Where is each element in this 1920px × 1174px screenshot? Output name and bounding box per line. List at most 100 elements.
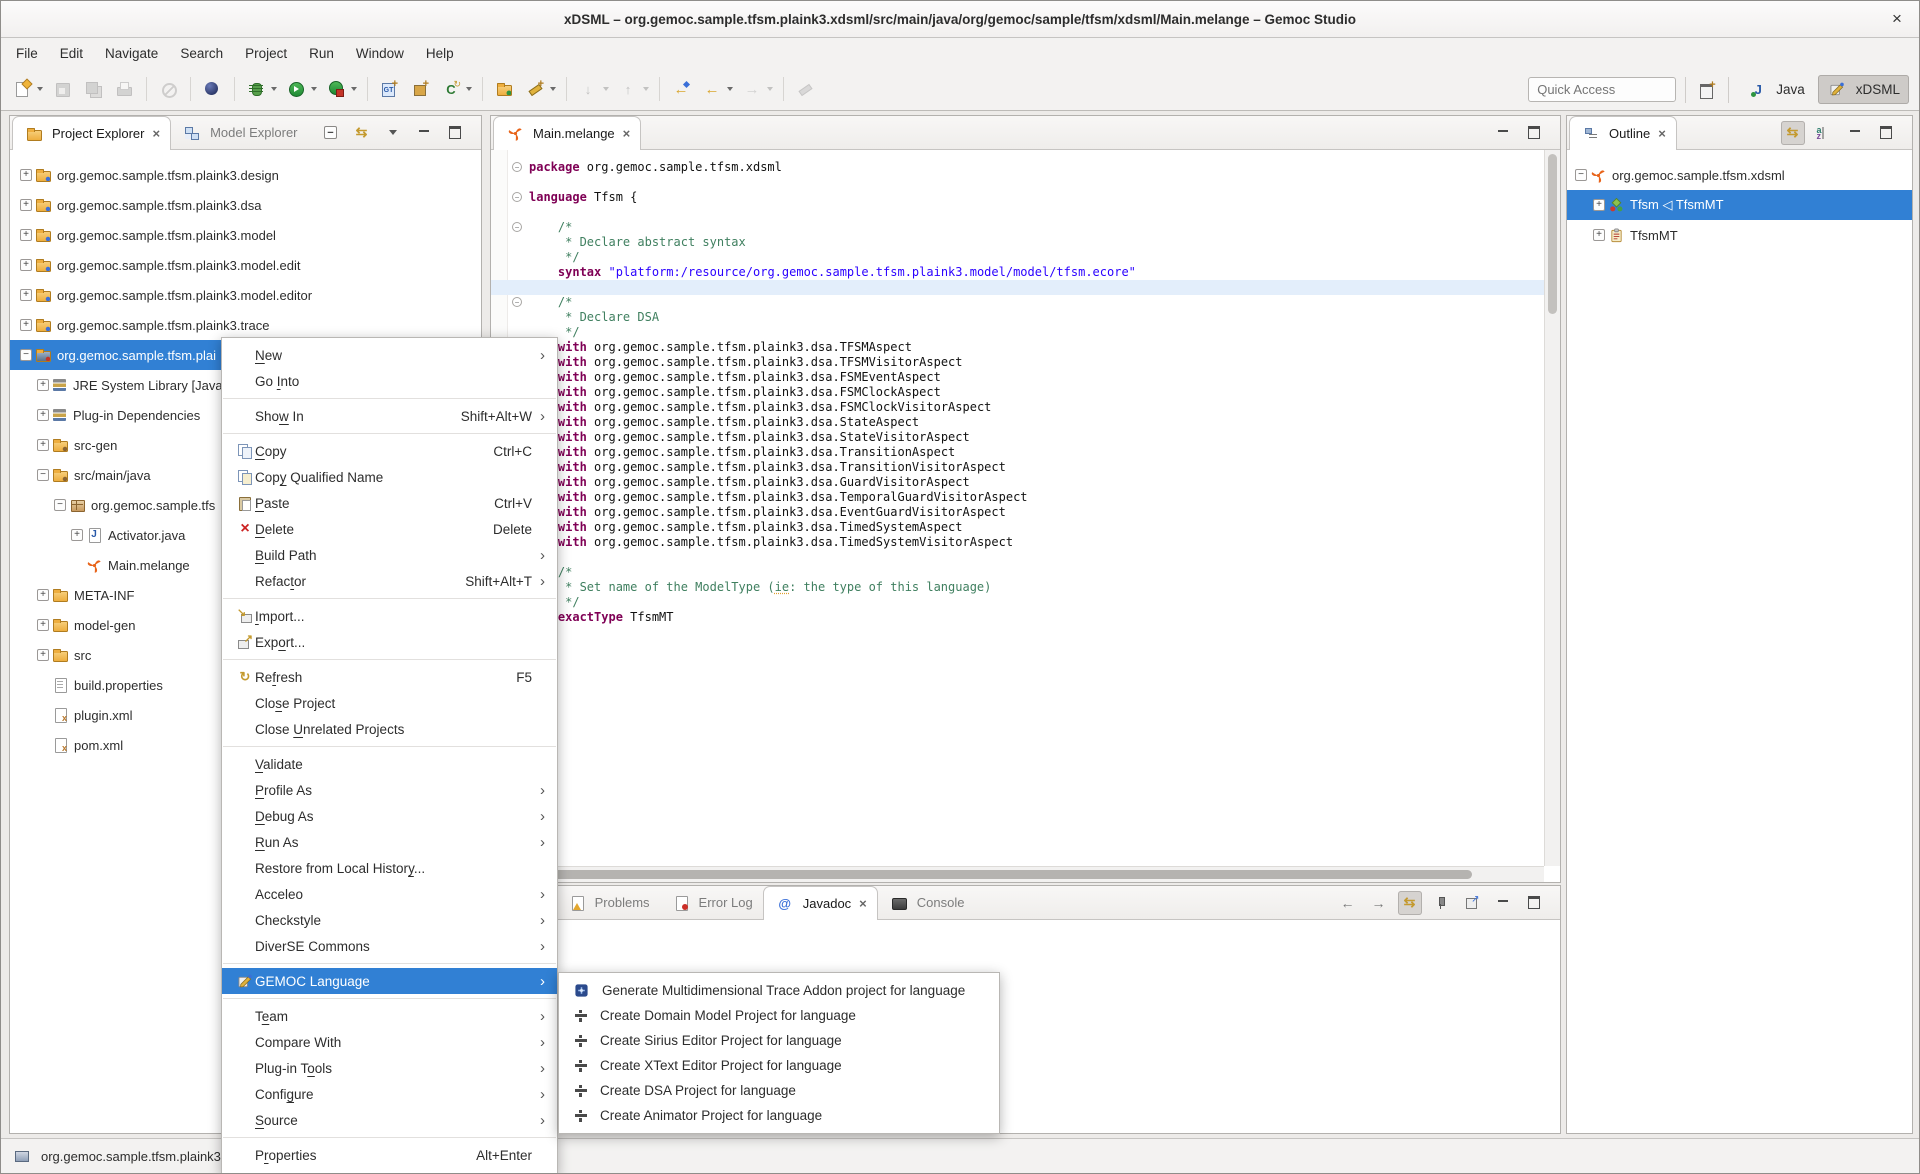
tab-javadoc[interactable]: Javadoc× [763, 886, 878, 920]
nav-back-button[interactable] [1336, 891, 1360, 915]
gemoc-engine-button[interactable] [198, 76, 227, 103]
run-button[interactable] [282, 76, 320, 103]
view-menu-button[interactable] [381, 121, 405, 145]
minimize-button[interactable] [1491, 891, 1515, 915]
menu-item-export[interactable]: Export... [222, 629, 557, 655]
menu-item-team[interactable]: Team› [222, 1003, 557, 1029]
maximize-button[interactable] [1874, 121, 1898, 145]
menu-item-properties[interactable]: PropertiesAlt+Enter [222, 1142, 557, 1168]
code-line[interactable]: with org.gemoc.sample.tfsm.plaink3.dsa.S… [491, 430, 1544, 445]
new-annotation-button[interactable] [521, 76, 559, 103]
expander-minus-icon[interactable]: − [54, 499, 66, 511]
code-line[interactable]: with org.gemoc.sample.tfsm.plaink3.dsa.T… [491, 460, 1544, 475]
code-line[interactable]: with org.gemoc.sample.tfsm.plaink3.dsa.F… [491, 400, 1544, 415]
tab-project-explorer[interactable]: Project Explorer× [12, 116, 171, 150]
menu-edit[interactable]: Edit [49, 42, 94, 65]
code-line[interactable]: * Declare abstract syntax [491, 235, 1544, 250]
fold-collapse-icon[interactable]: − [512, 192, 522, 202]
menu-item-new[interactable]: New› [222, 342, 557, 368]
menu-navigate[interactable]: Navigate [94, 42, 169, 65]
expander-plus-icon[interactable]: + [37, 379, 49, 391]
menu-help[interactable]: Help [415, 42, 465, 65]
expander-plus-icon[interactable]: + [20, 259, 32, 271]
external-tools-button[interactable] [322, 76, 360, 103]
horizontal-scrollbar[interactable] [491, 866, 1544, 882]
code-line[interactable]: syntax "platform:/resource/org.gemoc.sam… [491, 265, 1544, 280]
code-line[interactable]: − /* [491, 565, 1544, 580]
menu-item-diverse-commons[interactable]: DiverSE Commons› [222, 933, 557, 959]
menu-window[interactable]: Window [345, 42, 415, 65]
code-line[interactable]: exactType TfsmMT [491, 610, 1544, 625]
fold-collapse-icon[interactable]: − [512, 162, 522, 172]
menu-item-acceleo[interactable]: Acceleo› [222, 881, 557, 907]
code-line[interactable]: with org.gemoc.sample.tfsm.plaink3.dsa.T… [491, 490, 1544, 505]
dropdown-caret-icon[interactable] [311, 87, 317, 91]
dropdown-caret-icon[interactable] [271, 87, 277, 91]
pin-view-button[interactable] [1429, 891, 1453, 915]
expander-plus-icon[interactable]: + [71, 529, 83, 541]
menu-item-gemoc-language[interactable]: GEMOC Language› [222, 968, 557, 994]
tree-item-org-gemoc-sample-tfsm-plaink3-model[interactable]: +org.gemoc.sample.tfsm.plaink3.model [10, 220, 481, 250]
expander-minus-icon[interactable]: − [37, 469, 49, 481]
collapse-all-button[interactable] [319, 121, 343, 145]
open-perspective-button[interactable] [1695, 78, 1719, 102]
perspective-java[interactable]: Java [1738, 75, 1814, 104]
expander-plus-icon[interactable]: + [1593, 199, 1605, 211]
tree-item-org-gemoc-sample-tfsm-plaink3-trace[interactable]: +org.gemoc.sample.tfsm.plaink3.trace [10, 310, 481, 340]
expander-plus-icon[interactable]: + [20, 289, 32, 301]
tree-item-tfsmmt[interactable]: +TfsmMT [1567, 220, 1912, 250]
menu-project[interactable]: Project [234, 42, 298, 65]
tree-item-org-gemoc-sample-tfsm-plaink3-dsa[interactable]: +org.gemoc.sample.tfsm.plaink3.dsa [10, 190, 481, 220]
menu-item-restore-from-local-history[interactable]: Restore from Local History... [222, 855, 557, 881]
link-with-editor-button[interactable] [350, 121, 374, 145]
tree-item-org-gemoc-sample-tfsm-plaink3-model-edit[interactable]: +org.gemoc.sample.tfsm.plaink3.model.edi… [10, 250, 481, 280]
code-line[interactable] [491, 175, 1544, 190]
expander-plus-icon[interactable]: + [20, 229, 32, 241]
tree-item-org-gemoc-sample-tfsm-plaink3-model-editor[interactable]: +org.gemoc.sample.tfsm.plaink3.model.edi… [10, 280, 481, 310]
code-line[interactable]: with org.gemoc.sample.tfsm.plaink3.dsa.T… [491, 445, 1544, 460]
menu-item-close-unrelated-projects[interactable]: Close Unrelated Projects [222, 716, 557, 742]
menu-item-paste[interactable]: PasteCtrl+V [222, 490, 557, 516]
dropdown-caret-icon[interactable] [727, 87, 733, 91]
menu-item-copy-qualified-name[interactable]: Copy Qualified Name [222, 464, 557, 490]
code-line[interactable]: */ [491, 325, 1544, 340]
fold-collapse-icon[interactable]: − [512, 222, 522, 232]
load-model-button[interactable] [490, 76, 519, 103]
menu-item-compare-with[interactable]: Compare With› [222, 1029, 557, 1055]
submenu-item-create-animator-project-for-language[interactable]: Create Animator Project for language [559, 1103, 999, 1128]
tree-item-org-gemoc-sample-tfsm-plaink3-design[interactable]: +org.gemoc.sample.tfsm.plaink3.design [10, 160, 481, 190]
code-line[interactable]: with org.gemoc.sample.tfsm.plaink3.dsa.T… [491, 355, 1544, 370]
code-line[interactable]: with org.gemoc.sample.tfsm.plaink3.dsa.S… [491, 415, 1544, 430]
perspective-xdsml[interactable]: xDSML [1818, 75, 1909, 104]
code-line[interactable]: */ [491, 595, 1544, 610]
expander-plus-icon[interactable]: + [37, 439, 49, 451]
submenu-item-create-dsa-project-for-language[interactable]: Create DSA Project for language [559, 1078, 999, 1103]
code-line[interactable] [491, 550, 1544, 565]
close-tab-icon[interactable]: × [1658, 126, 1666, 141]
vertical-scrollbar-thumb[interactable] [1548, 154, 1557, 314]
expander-minus-icon[interactable]: − [20, 349, 32, 361]
submenu-item-create-xtext-editor-project-for-language[interactable]: Create XText Editor Project for language [559, 1053, 999, 1078]
tree-item-org-gemoc-sample-tfsm-xdsml[interactable]: −org.gemoc.sample.tfsm.xdsml [1567, 160, 1912, 190]
debug-button[interactable] [242, 76, 280, 103]
close-tab-icon[interactable]: × [859, 896, 867, 911]
code-line[interactable]: −language Tfsm { [491, 190, 1544, 205]
expander-plus-icon[interactable]: + [37, 589, 49, 601]
expander-plus-icon[interactable]: + [37, 409, 49, 421]
menu-search[interactable]: Search [169, 42, 234, 65]
link-with-editor-button[interactable] [1781, 121, 1805, 145]
code-line[interactable]: * Declare DSA [491, 310, 1544, 325]
code-area[interactable]: −package org.gemoc.sample.tfsm.xdsml −lan… [491, 160, 1544, 625]
new-plugin-project-button[interactable] [406, 76, 435, 103]
code-line[interactable]: with org.gemoc.sample.tfsm.plaink3.dsa.T… [491, 340, 1544, 355]
vertical-scrollbar[interactable] [1544, 150, 1560, 866]
dropdown-caret-icon[interactable] [37, 87, 43, 91]
menu-item-refresh[interactable]: RefreshF5 [222, 664, 557, 690]
dropdown-caret-icon[interactable] [550, 87, 556, 91]
expander-plus-icon[interactable]: + [20, 319, 32, 331]
fold-collapse-icon[interactable]: − [512, 297, 522, 307]
menu-item-copy[interactable]: CopyCtrl+C [222, 438, 557, 464]
code-line[interactable]: −package org.gemoc.sample.tfsm.xdsml [491, 160, 1544, 175]
menu-item-plug-in-tools[interactable]: Plug-in Tools› [222, 1055, 557, 1081]
open-external-button[interactable] [1460, 891, 1484, 915]
